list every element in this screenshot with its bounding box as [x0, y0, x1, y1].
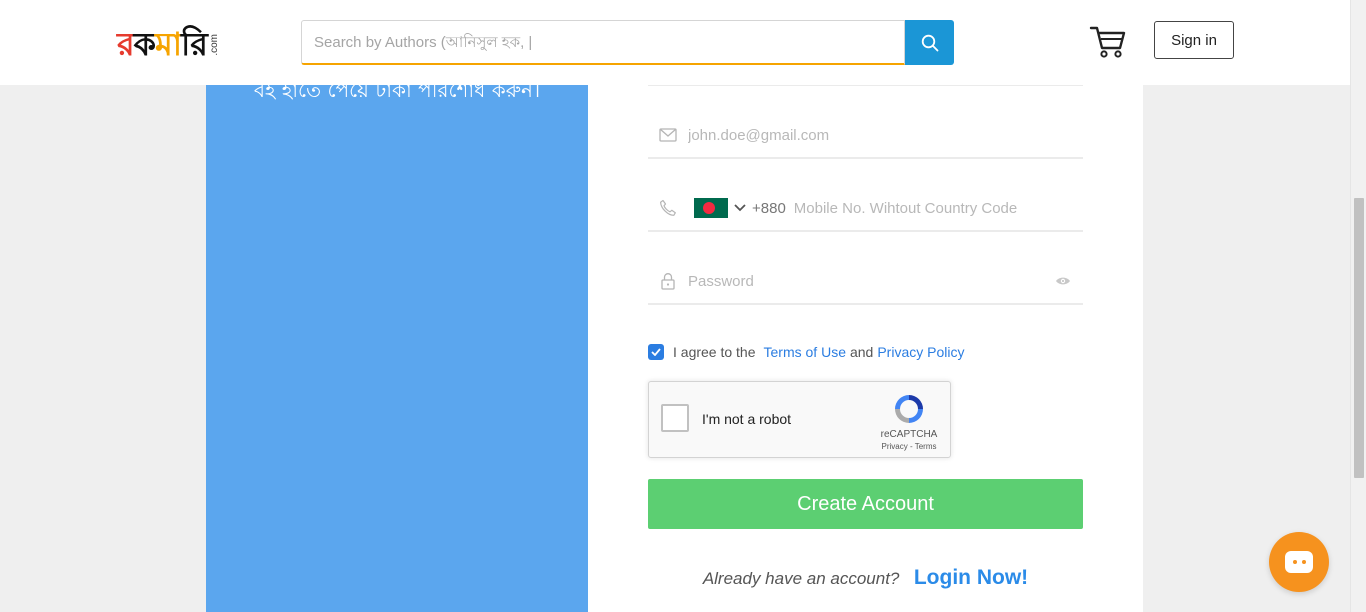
agree-prefix: I agree to the: [673, 344, 756, 360]
search-input[interactable]: [301, 20, 905, 65]
create-account-button[interactable]: Create Account: [648, 479, 1083, 529]
check-icon: [651, 348, 661, 356]
chat-icon: [1285, 551, 1313, 573]
recaptcha-brand: reCAPTCHA: [880, 429, 938, 440]
country-code: +880: [752, 199, 786, 217]
password-input[interactable]: [688, 266, 1055, 296]
recaptcha-logo-icon: [895, 395, 923, 423]
search-button[interactable]: [905, 20, 954, 65]
lock-icon: [658, 271, 678, 291]
recaptcha-links[interactable]: Privacy - Terms: [871, 442, 947, 451]
login-now-link[interactable]: Login Now!: [914, 566, 1028, 589]
sign-in-button[interactable]: Sign in: [1154, 21, 1234, 59]
agree-checkbox[interactable]: [648, 344, 664, 360]
password-field: [648, 259, 1083, 305]
recaptcha-label: I'm not a robot: [702, 411, 792, 427]
phone-field: +880: [648, 186, 1083, 232]
site-logo[interactable]: রকমারি .com: [117, 20, 220, 64]
search-icon: [921, 34, 938, 51]
agree-and: and: [849, 344, 874, 360]
chevron-down-icon[interactable]: [734, 204, 746, 212]
bangladesh-flag-icon[interactable]: [694, 198, 728, 218]
recaptcha-checkbox[interactable]: [661, 404, 689, 432]
promo-panel: বই হাতে পেয়ে টাকা পরিশোধ করুন।: [206, 0, 588, 612]
terms-of-use-link[interactable]: Terms of Use: [764, 344, 846, 360]
search-bar: [301, 20, 954, 65]
chat-button[interactable]: [1269, 532, 1329, 592]
signup-form: +880 I agree to the Terms of Use and Pri…: [588, 0, 1143, 612]
cart-icon: [1089, 26, 1126, 58]
scrollbar-thumb[interactable]: [1354, 198, 1364, 478]
login-prompt: Already have an account? Login Now!: [648, 566, 1083, 590]
cart-button[interactable]: [1089, 24, 1127, 60]
envelope-icon: [658, 125, 678, 145]
logo-suffix: .com: [208, 34, 220, 56]
phone-icon: [658, 198, 678, 218]
terms-agreement: I agree to the Terms of Use and Privacy …: [648, 344, 964, 360]
page-scrollbar[interactable]: [1350, 0, 1366, 612]
privacy-policy-link[interactable]: Privacy Policy: [877, 344, 964, 360]
email-field: [648, 113, 1083, 159]
eye-icon[interactable]: [1055, 273, 1071, 289]
login-question: Already have an account?: [702, 569, 900, 588]
site-header: রকমারি .com Sign in: [0, 0, 1350, 85]
email-input[interactable]: [688, 120, 1083, 150]
phone-input[interactable]: [793, 193, 1083, 223]
logo-text: রকমারি: [117, 25, 208, 63]
recaptcha-widget: I'm not a robot reCAPTCHA Privacy - Term…: [648, 381, 951, 458]
